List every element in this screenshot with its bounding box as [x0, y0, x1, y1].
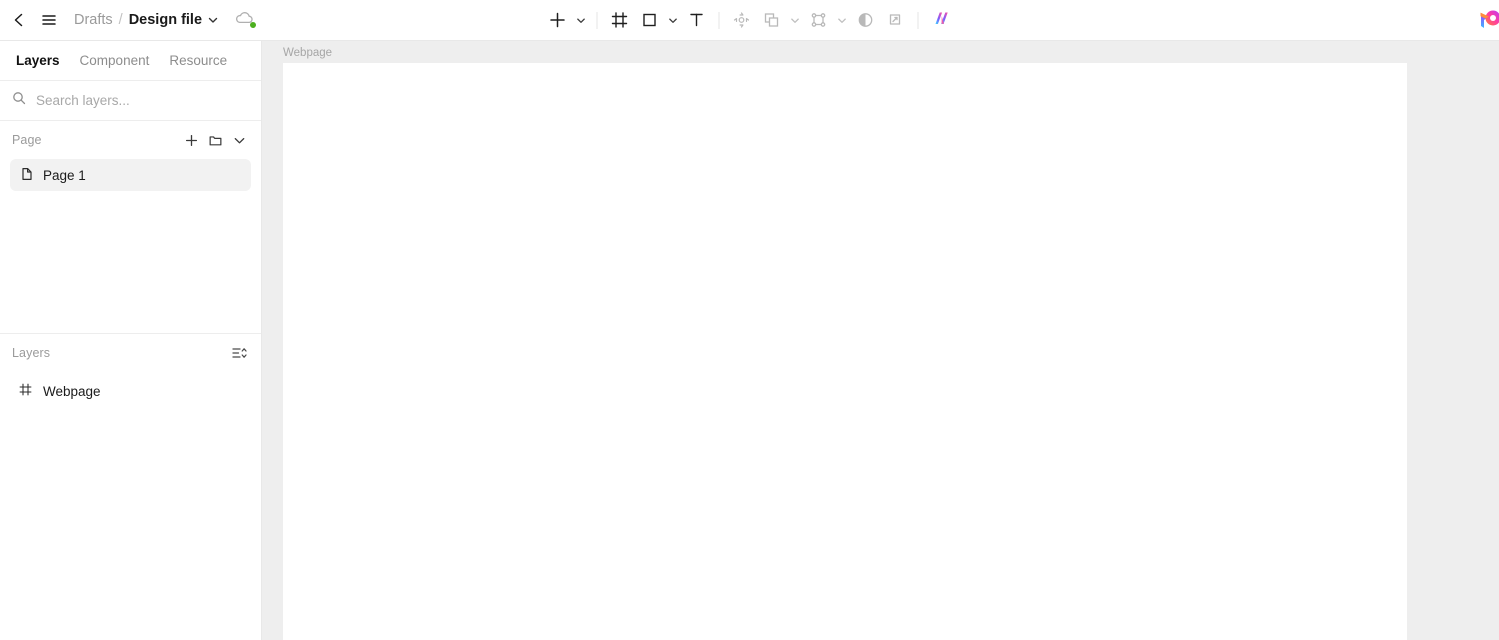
save-status-dot — [250, 21, 257, 28]
page-list-item-label: Page 1 — [43, 167, 86, 183]
chevron-down-icon[interactable] — [207, 14, 219, 26]
collapse-pages-button[interactable] — [227, 128, 251, 152]
topbar-right-group — [1472, 0, 1499, 41]
shape-tool-button[interactable] — [634, 5, 664, 35]
text-tool-button[interactable] — [681, 5, 711, 35]
layer-list-item[interactable]: Webpage — [0, 376, 261, 406]
design-canvas[interactable]: Webpage — [262, 41, 1499, 640]
layers-section-title: Layers — [12, 346, 51, 360]
layer-list-item-label: Webpage — [43, 383, 101, 399]
ai-sparkle-logo-icon — [930, 7, 952, 34]
top-toolbar: Drafts / Design file — [0, 0, 1499, 41]
pages-section-header: Page — [0, 121, 261, 159]
toolbar-divider — [596, 11, 597, 29]
layer-sort-options-button[interactable] — [227, 341, 251, 365]
crop-tool-button[interactable] — [880, 5, 910, 35]
layers-section: Layers Webpage — [0, 334, 261, 406]
frame-icon — [18, 382, 33, 400]
mask-tool-button[interactable] — [850, 5, 880, 35]
ai-assistant-button[interactable] — [925, 5, 957, 35]
account-avatar[interactable] — [1472, 4, 1499, 38]
topbar-left-group: Drafts / Design file — [0, 0, 257, 41]
toolbar-divider-2 — [718, 11, 719, 29]
layer-list: Webpage — [0, 372, 261, 406]
back-button[interactable] — [4, 5, 34, 35]
page-file-icon — [20, 167, 34, 184]
boolean-tool-button[interactable] — [756, 5, 786, 35]
tab-component[interactable]: Component — [72, 49, 158, 72]
breadcrumb: Drafts / Design file — [74, 12, 219, 28]
tab-resource[interactable]: Resource — [161, 49, 235, 72]
toolbar-divider-3 — [917, 11, 918, 29]
boolean-tool-chevron-down-icon[interactable] — [786, 5, 803, 35]
page-list-item[interactable]: Page 1 — [10, 159, 251, 191]
topbar-tool-group — [542, 0, 957, 41]
add-tool-chevron-down-icon[interactable] — [572, 5, 589, 35]
save-status-indicator[interactable] — [235, 10, 257, 31]
transform-tool-button[interactable] — [726, 5, 756, 35]
add-page-button[interactable] — [179, 128, 203, 152]
left-panel: Layers Component Resource Page — [0, 41, 262, 640]
new-folder-button[interactable] — [203, 128, 227, 152]
panel-tabs: Layers Component Resource — [0, 41, 261, 81]
vector-node-tool-chevron-down-icon[interactable] — [833, 5, 850, 35]
search-icon — [12, 91, 26, 110]
layers-section-header: Layers — [0, 334, 261, 372]
frame-tool-button[interactable] — [604, 5, 634, 35]
frame-label[interactable]: Webpage — [283, 47, 332, 59]
shape-tool-chevron-down-icon[interactable] — [664, 5, 681, 35]
search-layers-row[interactable] — [0, 81, 261, 121]
breadcrumb-file-name[interactable]: Design file — [129, 12, 202, 28]
add-tool-button[interactable] — [542, 5, 572, 35]
main-menu-button[interactable] — [34, 5, 64, 35]
search-input[interactable] — [36, 93, 236, 108]
page-list: Page 1 — [0, 159, 261, 191]
webpage-frame[interactable] — [283, 63, 1407, 640]
pages-section: Page Page 1 — [0, 121, 261, 333]
pages-section-title: Page — [12, 133, 42, 147]
vector-node-tool-button[interactable] — [803, 5, 833, 35]
breadcrumb-separator: / — [118, 12, 123, 28]
tab-layers[interactable]: Layers — [8, 49, 68, 72]
breadcrumb-parent[interactable]: Drafts — [74, 12, 113, 28]
